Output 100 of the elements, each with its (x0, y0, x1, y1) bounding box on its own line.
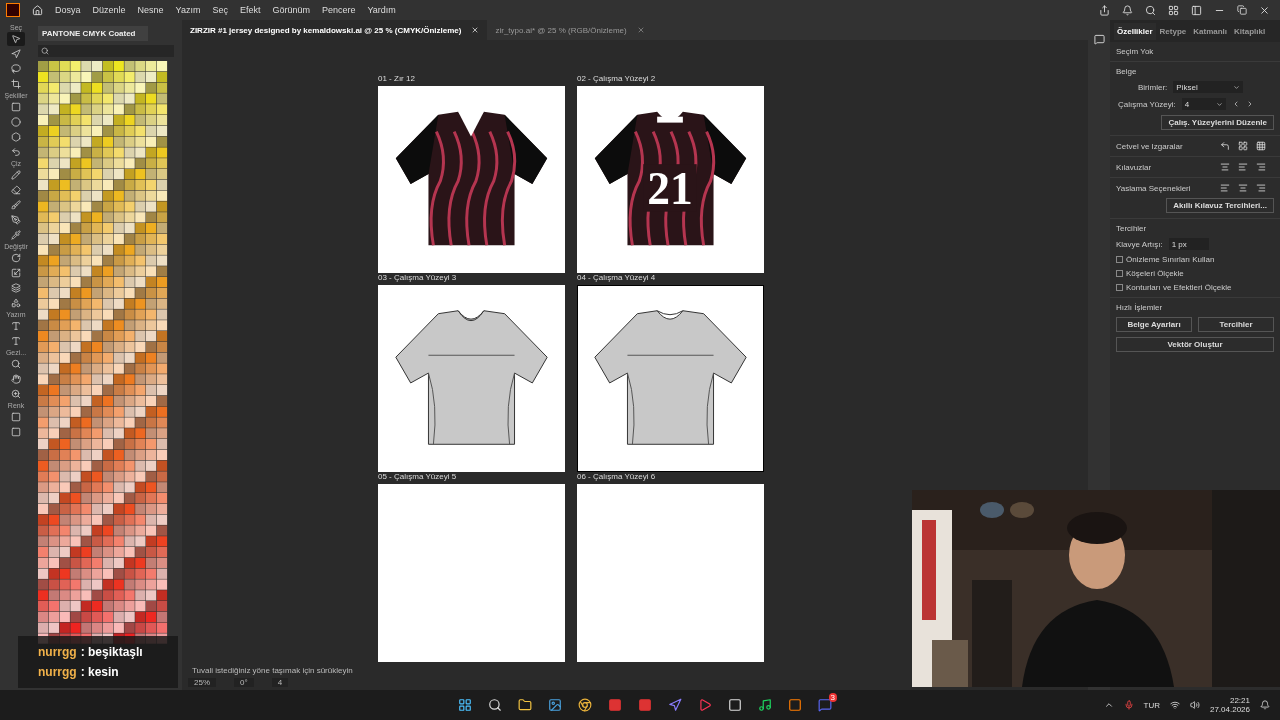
checkbox[interactable] (1116, 270, 1123, 277)
notification-badge: 3 (828, 693, 837, 702)
chat-message: : kesin (80, 665, 119, 679)
menu-item[interactable]: Yazım (175, 5, 201, 15)
zoom-select[interactable]: 25% (188, 677, 216, 687)
tool-icon (11, 64, 21, 74)
chevron-down-icon (1233, 83, 1241, 91)
action-button[interactable]: Belge Ayarları (1116, 317, 1192, 332)
tool-icon (11, 185, 21, 195)
option-icon[interactable] (1238, 162, 1248, 172)
field-label: Klavye Artışı: (1116, 239, 1163, 249)
chat-app-icon[interactable] (818, 698, 832, 712)
selection-status: Seçim Yok (1116, 47, 1155, 56)
share-icon[interactable] (1099, 4, 1110, 16)
document-tab[interactable]: ZIRZIR #1 jersey designed by kemaldowski.ai @ 25 % (CMYK/Önizleme) (182, 20, 488, 40)
bell-icon[interactable] (1260, 700, 1270, 710)
panel-tab[interactable]: Kitaplıkl (1231, 22, 1269, 40)
units-select[interactable]: Piksel (1173, 81, 1244, 93)
workspace-icon[interactable] (1168, 4, 1179, 16)
menu-item[interactable]: Efekt (239, 5, 261, 15)
rotation-select[interactable]: 0° (234, 677, 254, 687)
tool-icon (11, 359, 21, 369)
menu-item[interactable]: Seç (212, 5, 228, 15)
close-icon[interactable] (1259, 4, 1270, 16)
panel-tab[interactable]: Retype (1156, 22, 1190, 40)
artboard-label: 02 - Çalışma Yüzeyi 2 (577, 74, 657, 85)
artboard-label: 05 - Çalışma Yüzeyi 5 (378, 472, 458, 483)
option-icon[interactable] (1256, 141, 1266, 151)
option-icon[interactable] (1256, 162, 1266, 172)
tool-icon (11, 336, 21, 346)
option-icon[interactable] (1220, 141, 1230, 151)
bell-icon[interactable] (1122, 4, 1133, 16)
artboard-select[interactable]: 4 (1181, 98, 1226, 110)
chevron-up-icon[interactable] (1103, 700, 1114, 710)
section-title: Hızlı İşlemler (1116, 303, 1164, 312)
panel-icon[interactable] (1191, 4, 1202, 16)
document-tab[interactable]: zir_typo.ai* @ 25 % (RGB/Önizleme) (487, 20, 653, 40)
tool-icon (11, 253, 21, 263)
tool-icon (11, 298, 21, 308)
tool-icon (11, 374, 21, 384)
clock-time[interactable]: 22:21 (1229, 696, 1250, 705)
option-icon[interactable] (1220, 183, 1230, 193)
tool-icon (11, 79, 21, 89)
search-field[interactable] (38, 45, 174, 57)
option-icon[interactable] (1256, 183, 1266, 193)
artboard[interactable] (577, 285, 764, 472)
option-icon[interactable] (1238, 141, 1248, 151)
chevron-down-icon (1215, 100, 1223, 108)
menu-item[interactable]: Düzenle (92, 5, 126, 15)
action-button[interactable]: Vektör Oluştur (1116, 337, 1274, 352)
volume-icon[interactable] (1189, 700, 1200, 710)
checkbox-label: Köşeleri Ölçekle (1126, 269, 1184, 278)
menu-item[interactable]: Dosya (55, 5, 81, 15)
tool-icon (11, 283, 21, 293)
search-icon[interactable] (1145, 4, 1156, 16)
jersey-number: 21 (647, 162, 693, 214)
section-title: Tercihler (1116, 224, 1148, 233)
tool-button[interactable] (7, 32, 25, 46)
home-icon[interactable] (32, 4, 43, 16)
chat-username: nurrgg (38, 645, 77, 659)
status-hint: Tuvali istediğiniz yöne taşımak için sürükleyin (192, 665, 353, 675)
menu-item[interactable]: Yardım (367, 5, 396, 15)
option-icon[interactable] (1238, 183, 1248, 193)
checkbox[interactable] (1116, 256, 1123, 263)
network-icon[interactable] (1169, 700, 1180, 710)
artboard-select[interactable]: 4 (271, 677, 289, 687)
chat-message: : beşiktaşlı (80, 645, 143, 659)
tool-icon (11, 230, 21, 240)
language-indicator[interactable]: TUR (1143, 700, 1160, 710)
option-icon[interactable] (1220, 162, 1230, 172)
clock-date[interactable]: 27.04.2026 (1209, 705, 1250, 714)
panel-title[interactable]: PANTONE CMYK Coated (38, 26, 148, 41)
tool-icon (11, 200, 21, 210)
tool-icon (11, 321, 21, 331)
checkbox-label: Konturları ve Efektleri Ölçekle (1126, 283, 1232, 292)
tool-icon (11, 215, 21, 225)
artboard-label: 01 - Zır 12 (378, 74, 416, 85)
smart-guides-button[interactable]: Akıllı Kılavuz Tercihleri... (1166, 198, 1274, 213)
restore-icon[interactable] (1237, 5, 1247, 15)
menu-item[interactable]: Pencere (321, 5, 356, 15)
checkbox[interactable] (1116, 284, 1123, 291)
row-label: Cetvel ve Izgaralar (1116, 141, 1183, 151)
field-label: Çalışma Yüzeyi: (1118, 99, 1176, 109)
menu-item[interactable]: Nesne (137, 5, 164, 15)
row-label: Yaslama Seçenekleri (1116, 183, 1191, 193)
edit-artboards-button[interactable]: Çalış. Yüzeylerini Düzenle (1161, 115, 1274, 130)
microphone-icon[interactable] (1123, 700, 1134, 710)
panel-tab[interactable]: Özellikler (1114, 22, 1156, 40)
checkbox-label: Önizleme Sınırları Kullan (1126, 255, 1215, 264)
menu-item[interactable]: Görünüm (272, 5, 310, 15)
action-button[interactable]: Tercihler (1198, 317, 1274, 332)
artboard-label: 04 - Çalışma Yüzeyi 4 (577, 273, 657, 284)
section-title: Belge (1116, 67, 1138, 76)
artboard[interactable]: 21 (577, 86, 764, 273)
tool-icon (11, 132, 21, 142)
close-icon[interactable] (471, 26, 480, 34)
row-label: Kılavuzlar (1116, 162, 1152, 172)
nudge-field[interactable]: 1 px (1168, 238, 1209, 250)
tool-icon (11, 170, 21, 180)
panel-tab[interactable]: Katmanlı (1190, 22, 1231, 40)
